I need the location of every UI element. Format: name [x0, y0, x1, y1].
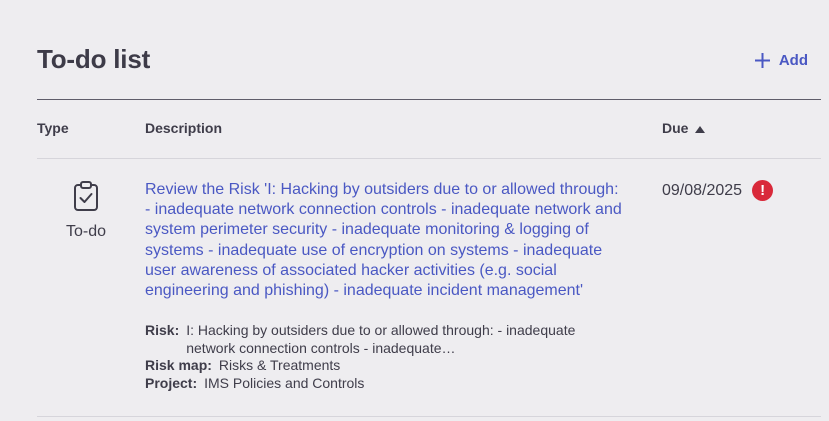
row-divider [37, 416, 821, 417]
clipboard-check-icon [73, 180, 99, 217]
plus-icon [754, 52, 771, 69]
header-divider [37, 99, 821, 100]
todo-description-link[interactable]: Review the Risk 'I: Hacking by outsiders… [145, 180, 625, 301]
alert-icon: ! [752, 180, 774, 201]
page-title: To-do list [37, 44, 151, 74]
due-cell: 09/08/2025 ! [662, 180, 774, 201]
sort-ascending-icon [695, 120, 706, 136]
risk-detail: Risk: I: Hacking by outsiders due to or … [145, 322, 586, 357]
project-value: IMS Policies and Controls [204, 375, 365, 391]
risk-value: I: Hacking by outsiders due to or allowe… [186, 322, 576, 356]
column-header-due-label: Due [662, 120, 689, 136]
risk-label: Risk: [145, 322, 180, 338]
due-date: 09/08/2025 [662, 181, 743, 199]
column-header-divider [37, 158, 821, 159]
add-button-label: Add [778, 52, 808, 69]
project-label: Project: [145, 375, 198, 391]
add-button[interactable]: Add [754, 52, 808, 69]
type-cell: To-do [56, 180, 116, 241]
column-header-due[interactable]: Due [662, 120, 706, 136]
project-detail: Project: IMS Policies and Controls [145, 375, 364, 393]
column-header-type: Type [37, 120, 69, 136]
todo-panel: To-do list Add Type Description Due To-d… [0, 0, 829, 421]
type-label: To-do [65, 223, 107, 240]
risk-map-value: Risks & Treatments [218, 357, 341, 373]
risk-map-label: Risk map: [145, 357, 212, 373]
column-header-description: Description [145, 120, 223, 136]
risk-map-detail: Risk map: Risks & Treatments [145, 357, 340, 375]
